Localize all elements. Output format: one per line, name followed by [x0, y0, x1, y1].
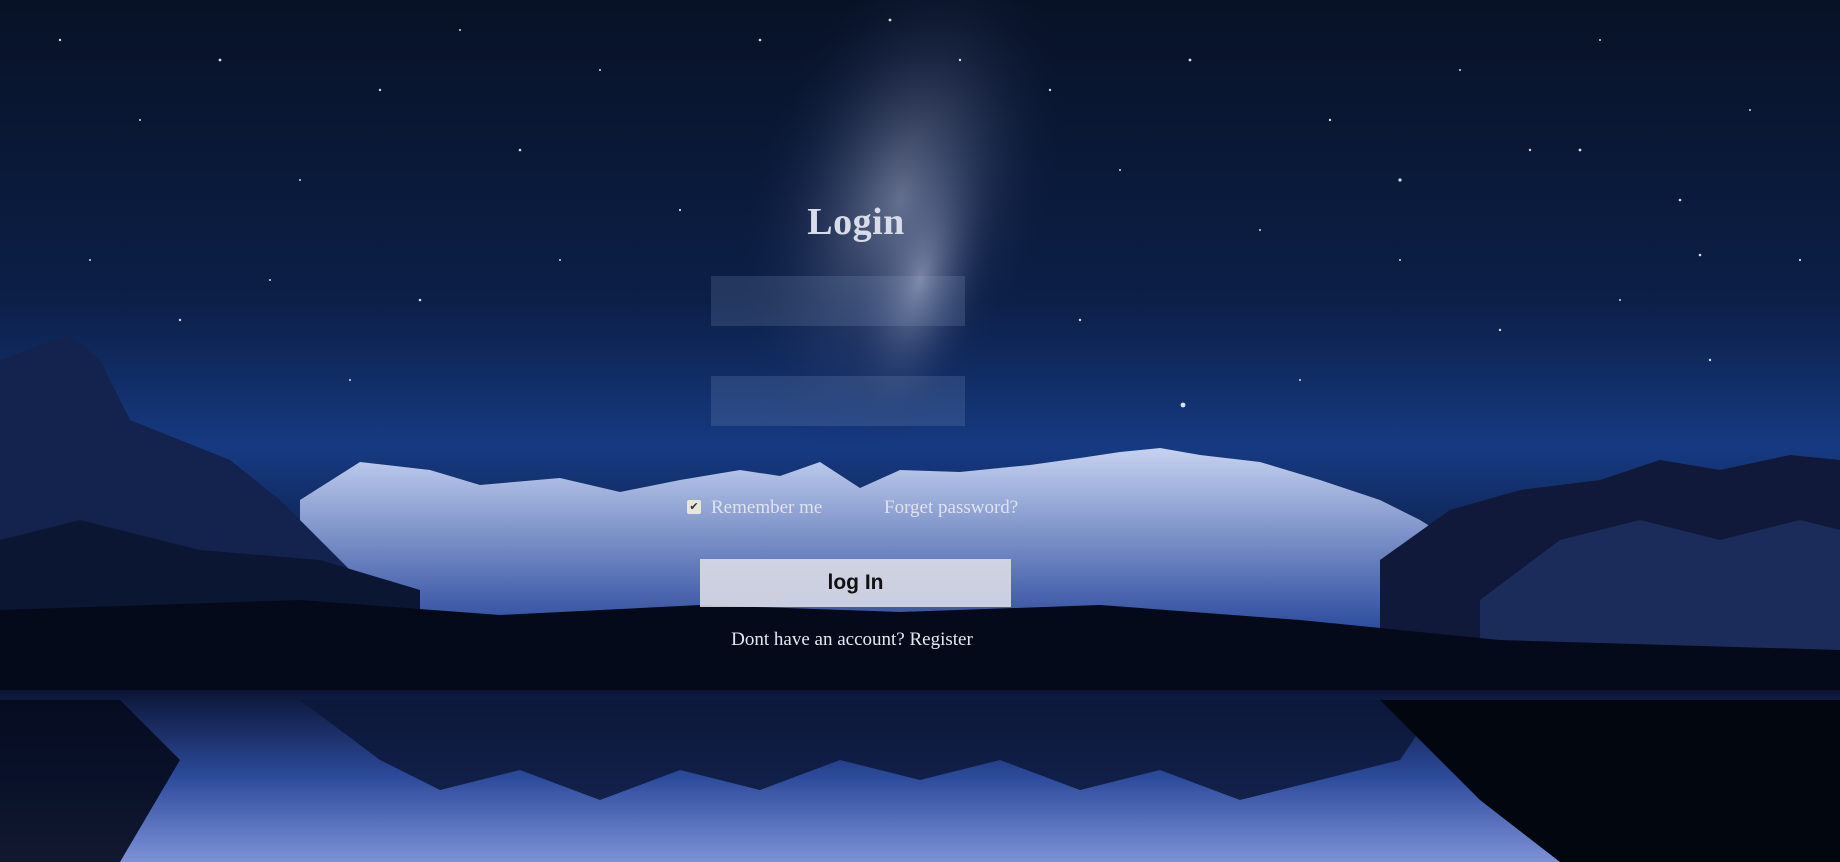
login-button[interactable]: log In [700, 559, 1011, 607]
login-title: Login [807, 201, 905, 243]
username-field[interactable] [711, 276, 965, 326]
register-prompt: Dont have an account? [731, 629, 905, 650]
remember-me-checkbox[interactable]: ✔ [687, 500, 701, 514]
remember-me-label: Remember me [711, 497, 823, 518]
register-line: Dont have an account? Register [0, 629, 1704, 651]
forget-password-link[interactable]: Forget password? [884, 497, 1018, 519]
remember-me-row[interactable]: ✔ Remember me [687, 497, 822, 519]
register-link[interactable]: Register [909, 629, 972, 650]
night-mountain-lake-image [0, 0, 1840, 862]
background-scene: Login ✔ Remember me Forget password? log… [0, 0, 1840, 862]
password-field[interactable] [711, 376, 965, 426]
